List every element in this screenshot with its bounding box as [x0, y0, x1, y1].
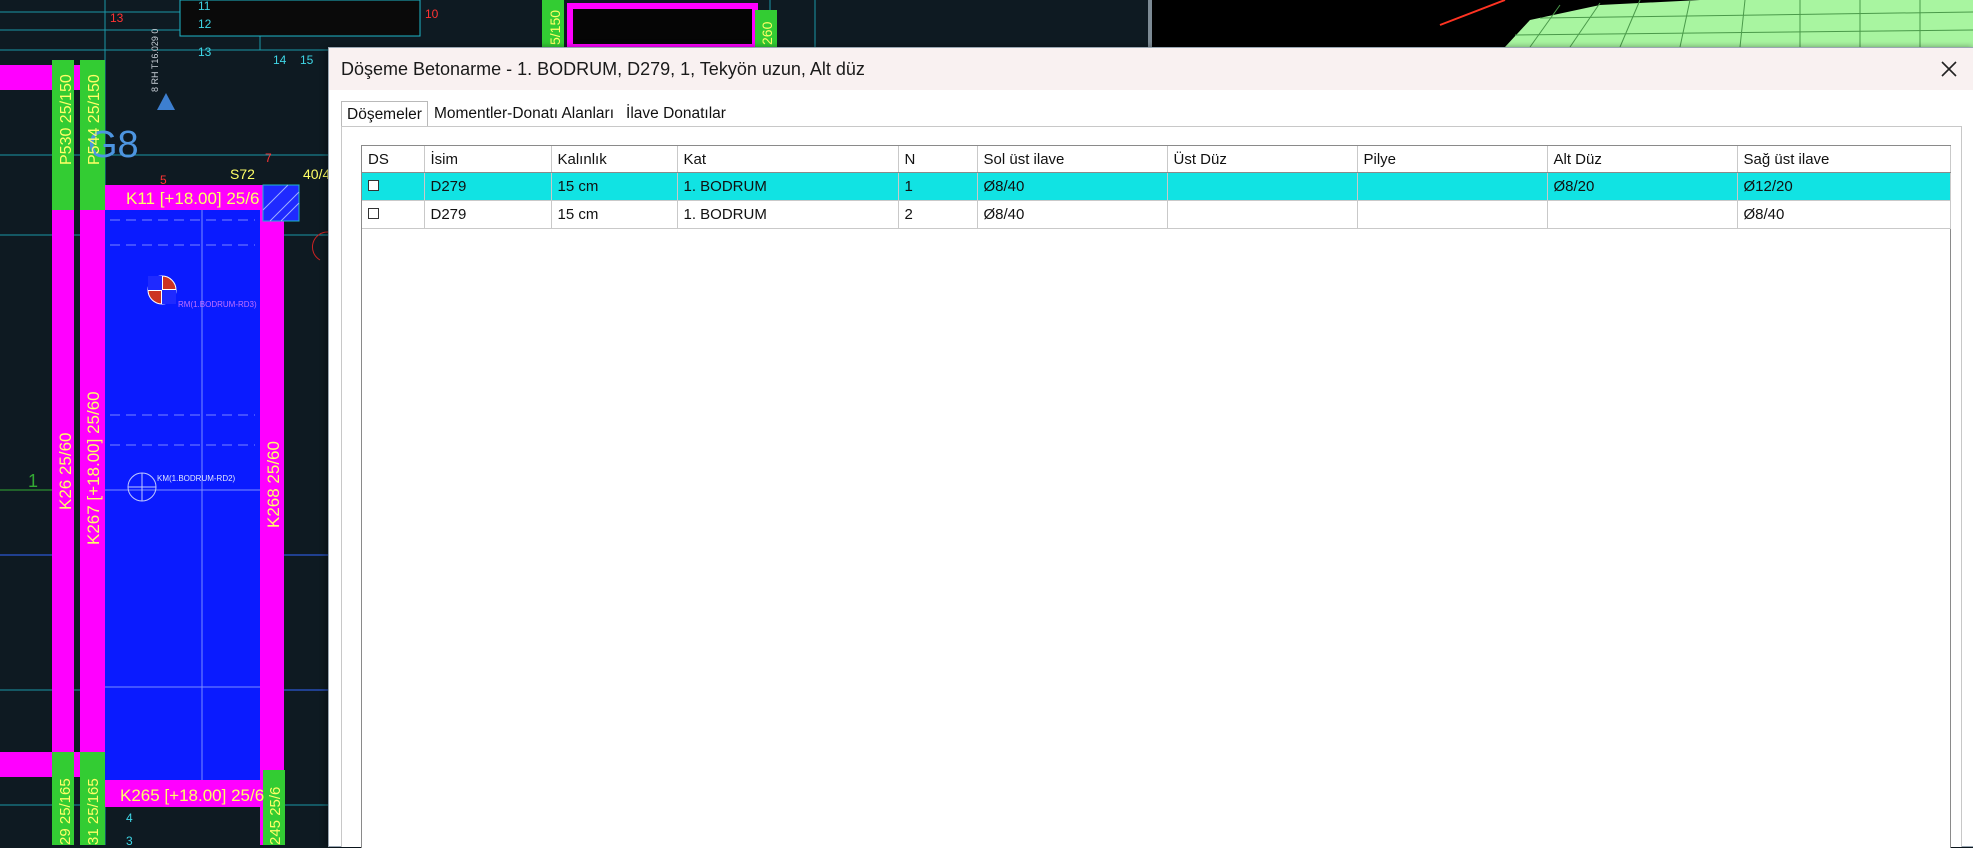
label-15: 15: [300, 53, 314, 67]
label-rebar-vertical: 8 RH T16.029 0: [150, 29, 160, 92]
cell-alt-duz[interactable]: Ø8/20: [1547, 172, 1738, 201]
label-11: 11: [198, 0, 211, 13]
label-260: 260: [759, 21, 775, 45]
cell-kat[interactable]: 1. BODRUM: [677, 172, 899, 201]
col-header-kat[interactable]: Kat: [677, 146, 899, 173]
cell-pilye[interactable]: [1357, 172, 1548, 201]
label-5-150: 5/150: [547, 10, 563, 45]
label-10: 10: [425, 7, 439, 21]
col-header-sol-ust-ilave[interactable]: Sol üst ilave: [977, 146, 1168, 173]
cell-kalinlik[interactable]: 15 cm: [551, 172, 678, 201]
label-km: KM(1.BODRUM-RD2): [157, 474, 236, 483]
col-header-ust-duz[interactable]: Üst Düz: [1167, 146, 1358, 173]
col-header-pilye[interactable]: Pilye: [1357, 146, 1548, 173]
label-p530: P530 25/150: [58, 74, 75, 165]
label-k26: K26 25/60: [56, 432, 75, 510]
tab-panel-dosemeler: DS İsim Kalınlık Kat N Sol üst ilave Üst…: [341, 126, 1962, 848]
cell-ds: [362, 200, 425, 229]
ds-checkbox[interactable]: [368, 208, 379, 219]
label-7: 7: [265, 151, 272, 165]
col-header-alt-duz[interactable]: Alt Düz: [1547, 146, 1738, 173]
label-13: 13: [198, 45, 212, 59]
label-5: 5: [160, 173, 167, 187]
cell-sol-ust-ilave[interactable]: Ø8/40: [977, 200, 1168, 229]
cell-kalinlik[interactable]: 15 cm: [551, 200, 678, 229]
cell-sag-ust-ilave[interactable]: Ø12/20: [1737, 172, 1951, 201]
label-k268: K268 25/60: [264, 441, 283, 528]
label-3: 3: [126, 834, 133, 845]
dialog-title: Döşeme Betonarme - 1. BODRUM, D279, 1, T…: [341, 58, 865, 79]
cell-ust-duz[interactable]: [1167, 200, 1358, 229]
close-button[interactable]: [1934, 54, 1964, 84]
tab-ilave-donatilar[interactable]: İlave Donatılar: [620, 101, 732, 126]
cell-isim[interactable]: D279: [424, 172, 552, 201]
cell-sag-ust-ilave[interactable]: Ø8/40: [1737, 200, 1951, 229]
cell-ds: [362, 172, 425, 201]
label-29: 29 25/165: [57, 778, 74, 845]
label-p544: P544 25/150: [86, 74, 103, 165]
tab-momentler-donati-alanlari[interactable]: Momentler-Donatı Alanları: [428, 101, 620, 126]
cell-ust-duz[interactable]: [1167, 172, 1358, 201]
cell-n[interactable]: 2: [898, 200, 978, 229]
label-4: 4: [126, 811, 133, 825]
label-k267: K267 [+18.00] 25/60: [84, 391, 103, 545]
tab-strip: Döşemeler Momentler-Donatı Alanları İlav…: [341, 101, 732, 127]
label-rm: RM(1.BODRUM-RD3): [178, 300, 257, 309]
dialog-titlebar[interactable]: Döşeme Betonarme - 1. BODRUM, D279, 1, T…: [329, 48, 1973, 90]
table-header-row: DS İsim Kalınlık Kat N Sol üst ilave Üst…: [362, 146, 1951, 173]
label-12: 12: [198, 17, 212, 31]
label-k265: K265 [+18.00] 25/6: [120, 786, 264, 805]
label-13-red: 13: [110, 11, 124, 25]
label-245: 245 25/6: [267, 787, 284, 845]
cell-alt-duz[interactable]: [1547, 200, 1738, 229]
cell-pilye[interactable]: [1357, 200, 1548, 229]
label-31: 31 25/165: [85, 778, 102, 845]
tab-dosemeler[interactable]: Döşemeler: [341, 101, 428, 127]
slab-grid[interactable]: DS İsim Kalınlık Kat N Sol üst ilave Üst…: [361, 145, 1951, 848]
slab-table: DS İsim Kalınlık Kat N Sol üst ilave Üst…: [362, 146, 1951, 229]
cell-kat[interactable]: 1. BODRUM: [677, 200, 899, 229]
cell-n[interactable]: 1: [898, 172, 978, 201]
label-s72: S72: [230, 166, 255, 182]
cell-sol-ust-ilave[interactable]: Ø8/40: [977, 172, 1168, 201]
slab-d279[interactable]: [105, 208, 260, 783]
axis-1-label: 1: [28, 471, 38, 491]
close-icon: [1941, 61, 1957, 77]
label-40: 40/4: [303, 166, 330, 182]
col-header-n[interactable]: N: [898, 146, 978, 173]
col-header-kalinlik[interactable]: Kalınlık: [551, 146, 678, 173]
cell-isim[interactable]: D279: [424, 200, 552, 229]
slab-reinforcement-dialog: Döşeme Betonarme - 1. BODRUM, D279, 1, T…: [328, 47, 1973, 848]
col-header-ds[interactable]: DS: [362, 146, 425, 173]
label-14: 14: [273, 53, 287, 67]
ds-checkbox[interactable]: [368, 180, 379, 191]
table-row[interactable]: D279 15 cm 1. BODRUM 2 Ø8/40 Ø8/40: [362, 200, 1951, 229]
col-header-sag-ust-ilave[interactable]: Sağ üst ilave: [1737, 146, 1951, 173]
label-k11: K11 [+18.00] 25/6: [126, 189, 259, 208]
col-header-isim[interactable]: İsim: [424, 146, 552, 173]
table-row[interactable]: D279 15 cm 1. BODRUM 1 Ø8/40 Ø8/20 Ø12/2…: [362, 172, 1951, 201]
